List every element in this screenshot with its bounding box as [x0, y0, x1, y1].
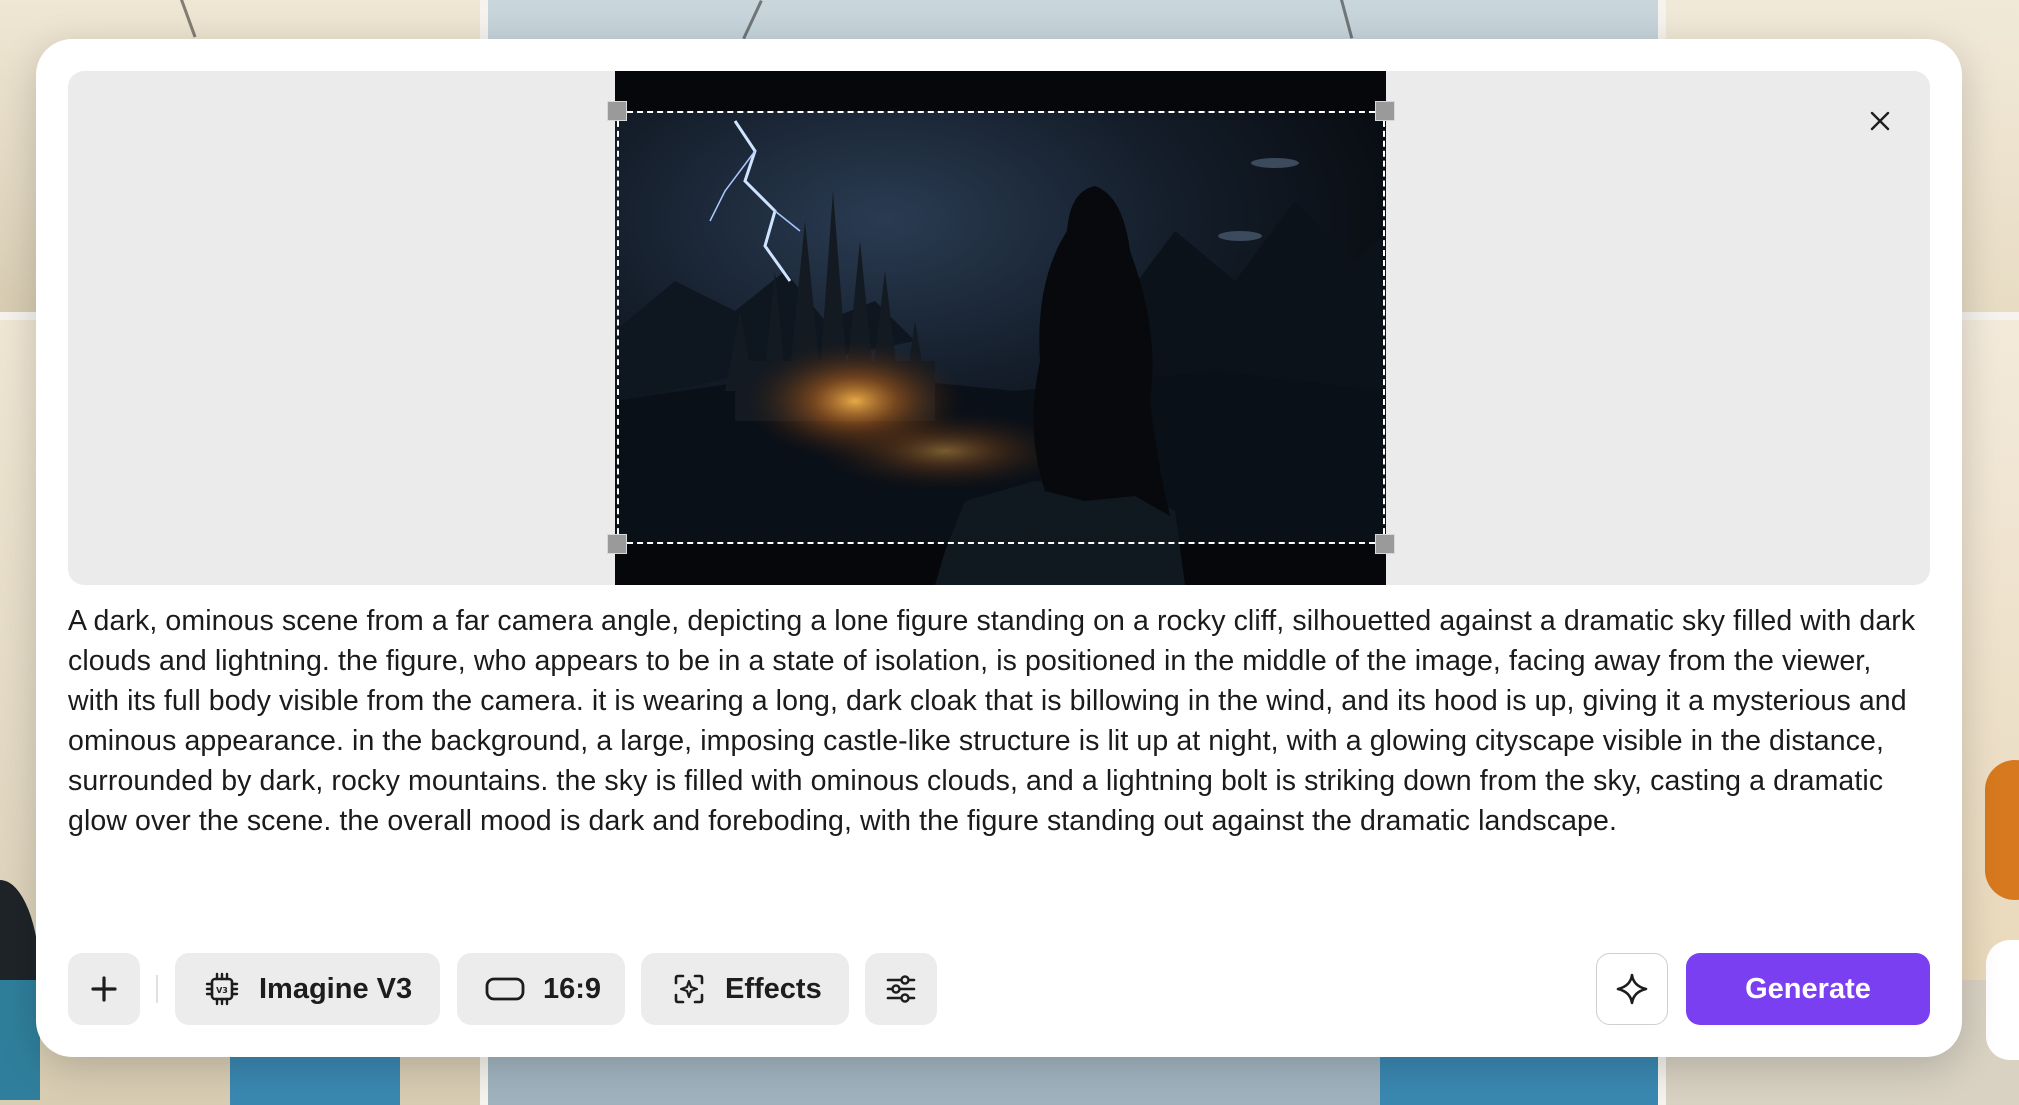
model-selector-button[interactable]: V3 Imagine V3	[175, 953, 440, 1025]
effects-button[interactable]: Effects	[641, 953, 849, 1025]
crop-handle-top-left[interactable]	[607, 101, 627, 121]
ratio-label: 16:9	[543, 972, 602, 1005]
plus-icon	[91, 976, 117, 1002]
crop-handle-bottom-right[interactable]	[1375, 534, 1395, 554]
close-button[interactable]	[1858, 99, 1902, 143]
add-button[interactable]	[68, 953, 140, 1025]
sliders-icon	[886, 975, 916, 1003]
generate-modal: A dark, ominous scene from a far camera …	[36, 39, 1962, 1057]
enhance-prompt-button[interactable]	[1596, 953, 1668, 1025]
svg-text:V3: V3	[216, 986, 228, 995]
model-label: Imagine V3	[259, 972, 413, 1005]
chip-icon: V3	[205, 972, 239, 1006]
crop-handle-top-right[interactable]	[1375, 101, 1395, 121]
generate-button[interactable]: Generate	[1686, 953, 1930, 1025]
prompt-text[interactable]: A dark, ominous scene from a far camera …	[68, 601, 1928, 841]
aspect-ratio-icon	[485, 976, 525, 1002]
sparkle-icon	[1616, 973, 1648, 1005]
settings-button[interactable]	[865, 953, 937, 1025]
crop-handle-bottom-left[interactable]	[607, 534, 627, 554]
effects-icon	[673, 973, 705, 1005]
close-icon	[1870, 111, 1890, 131]
image-preview-area	[68, 71, 1930, 585]
aspect-ratio-button[interactable]: 16:9	[457, 953, 625, 1025]
crop-selection[interactable]	[617, 111, 1385, 544]
toolbar: V3 Imagine V3 16:9 Effects Generate	[68, 953, 1930, 1025]
toolbar-divider	[156, 975, 158, 1003]
effects-label: Effects	[725, 972, 822, 1005]
